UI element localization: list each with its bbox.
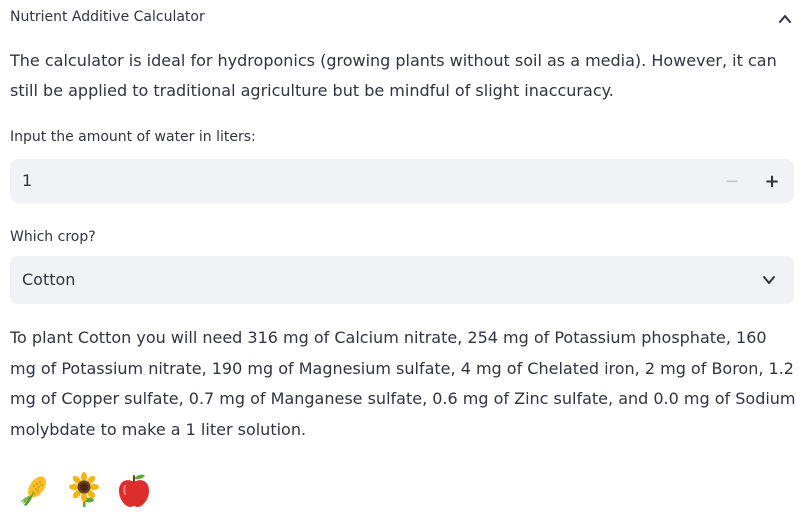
chevron-up-icon[interactable] — [778, 12, 792, 26]
intro-text: The calculator is ideal for hydroponics … — [10, 51, 777, 100]
water-amount-input[interactable]: 1 − + — [10, 159, 794, 203]
increment-button[interactable]: + — [754, 159, 790, 203]
expander-title: Nutrient Additive Calculator — [10, 9, 205, 25]
decrement-button[interactable]: − — [714, 159, 750, 203]
result-text: To plant Cotton you will need 316 mg of … — [10, 328, 796, 439]
crop-select-value: Cotton — [22, 270, 76, 289]
chevron-down-icon[interactable] — [762, 273, 776, 287]
apple-icon — [119, 474, 149, 507]
crop-select[interactable]: Cotton — [10, 256, 794, 304]
crop-select-label: Which crop? — [10, 229, 96, 245]
corn-icon — [20, 476, 46, 506]
water-input-label: Input the amount of water in liters: — [10, 129, 256, 145]
expander-header[interactable]: Nutrient Additive Calculator — [0, 0, 806, 38]
water-amount-value[interactable]: 1 — [22, 171, 32, 190]
sunflower-icon — [69, 472, 99, 507]
